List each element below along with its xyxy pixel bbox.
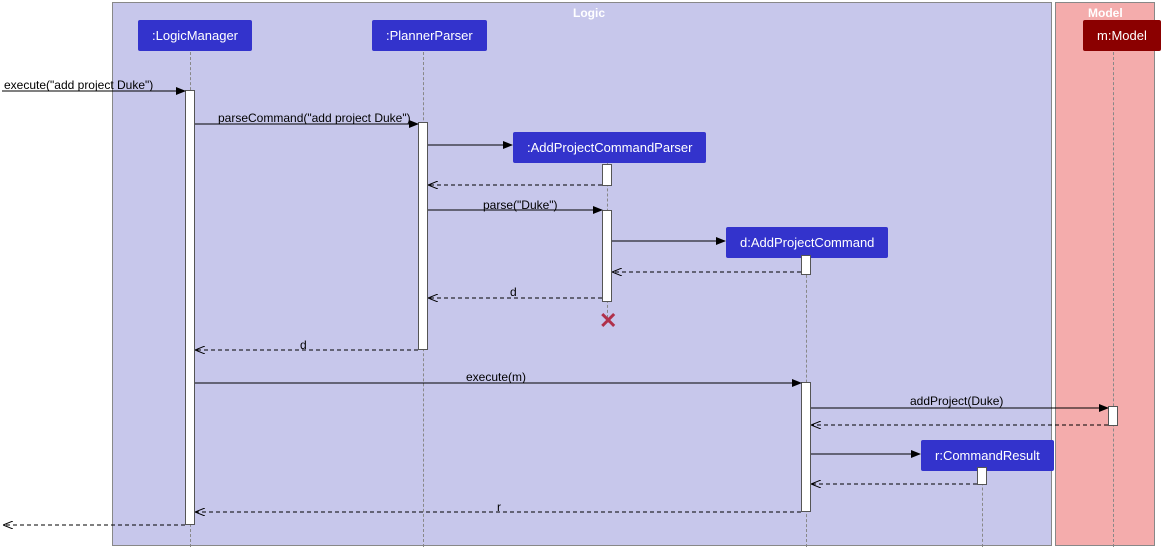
msg-return-d2: d xyxy=(300,338,307,352)
destroy-icon: ✕ xyxy=(599,308,617,334)
activation-add-project-command-1 xyxy=(801,255,811,275)
sequence-diagram: Logic Model :LogicManager :PlannerParser… xyxy=(0,0,1161,552)
activation-command-result xyxy=(977,467,987,485)
activation-logic-manager xyxy=(185,90,195,525)
msg-parse-command: parseCommand("add project Duke") xyxy=(218,111,411,125)
activation-model xyxy=(1108,406,1118,426)
msg-return-r: r xyxy=(497,500,501,514)
msg-execute1: execute("add project Duke") xyxy=(4,78,153,92)
lifeline-model xyxy=(1113,47,1114,547)
participant-planner-parser: :PlannerParser xyxy=(372,20,487,51)
frame-logic-title: Logic xyxy=(573,6,605,20)
activation-add-project-command-2 xyxy=(801,382,811,512)
frame-model: Model xyxy=(1055,2,1155,546)
participant-command-result: r:CommandResult xyxy=(921,440,1054,471)
participant-model: m:Model xyxy=(1083,20,1161,51)
frame-model-title: Model xyxy=(1088,6,1123,20)
participant-add-project-parser: :AddProjectCommandParser xyxy=(513,132,706,163)
activation-planner-parser xyxy=(418,122,428,350)
msg-add-project: addProject(Duke) xyxy=(910,394,1003,408)
msg-parse: parse("Duke") xyxy=(483,198,558,212)
msg-return-d1: d xyxy=(510,285,517,299)
participant-add-project-command: d:AddProjectCommand xyxy=(726,227,888,258)
activation-add-project-parser-1 xyxy=(602,164,612,186)
msg-execute-m: execute(m) xyxy=(466,370,526,384)
frame-logic: Logic xyxy=(112,2,1052,546)
participant-logic-manager: :LogicManager xyxy=(138,20,252,51)
activation-add-project-parser-2 xyxy=(602,210,612,302)
